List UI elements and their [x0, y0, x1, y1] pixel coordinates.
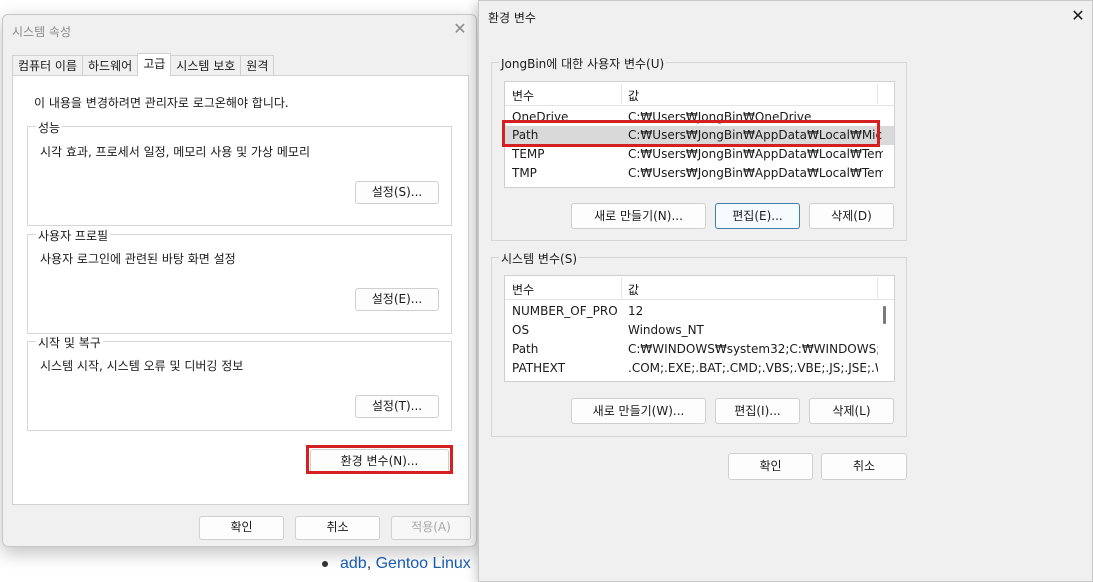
- system-variables-list[interactable]: 변수 값 NUMBER_OF_PRO... 12 OS Windows_NT P…: [504, 275, 895, 382]
- envvars-ok-button[interactable]: 확인: [728, 453, 813, 480]
- advanced-tab-panel: 이 내용을 변경하려면 관리자로 로그온해야 합니다. 성능 시각 효과, 프로…: [12, 75, 469, 505]
- tab-remote[interactable]: 원격: [240, 55, 275, 76]
- row-value: C:₩Users₩JongBin₩AppData₩Local₩Temp: [628, 147, 883, 161]
- row-variable: PATHEXT: [512, 361, 566, 375]
- table-row[interactable]: PATHEXT .COM;.EXE;.BAT;.CMD;.VBS;.VBE;.J…: [505, 359, 894, 378]
- performance-settings-button[interactable]: 설정(S)...: [355, 181, 439, 204]
- table-row[interactable]: Path C:₩WINDOWS₩system32;C:₩WINDOWS;C...: [505, 340, 894, 359]
- user-variables-group: JongBin에 대한 사용자 변수(U) 변수 값 OneDrive C:₩U…: [491, 55, 907, 241]
- startup-recovery-legend: 시작 및 복구: [36, 334, 103, 351]
- system-col-value[interactable]: 값: [628, 281, 639, 298]
- performance-desc: 시각 효과, 프로세서 일정, 메모리 사용 및 가상 메모리: [40, 145, 310, 159]
- performance-group: 성능 시각 효과, 프로세서 일정, 메모리 사용 및 가상 메모리 설정(S)…: [27, 119, 452, 226]
- startup-recovery-group: 시작 및 복구 시스템 시작, 시스템 오류 및 디버깅 정보 설정(T)...: [27, 334, 452, 431]
- tab-hardware[interactable]: 하드웨어: [82, 55, 139, 76]
- table-row[interactable]: TEMP C:₩Users₩JongBin₩AppData₩Local₩Temp: [505, 145, 894, 164]
- row-value: C:₩WINDOWS₩system32;C:₩WINDOWS;C...: [628, 342, 878, 356]
- system-properties-dialog: 시스템 속성 ✕ 컴퓨터 이름 하드웨어 고급 시스템 보호 원격 이 내용을 …: [2, 14, 477, 547]
- user-profiles-group: 사용자 프로필 사용자 로그인에 관련된 바탕 화면 설정 설정(E)...: [27, 227, 452, 334]
- table-row[interactable]: NUMBER_OF_PRO... 12: [505, 302, 894, 321]
- tab-system-protection[interactable]: 시스템 보호: [170, 55, 242, 76]
- user-col-separator-end: [877, 84, 878, 104]
- background-link-gentoo[interactable]: Gentoo Linux: [376, 555, 471, 572]
- user-profiles-legend: 사용자 프로필: [36, 227, 111, 244]
- user-profiles-settings-button[interactable]: 설정(E)...: [355, 288, 439, 311]
- envvars-close-icon[interactable]: ✕: [1068, 6, 1088, 26]
- user-delete-button[interactable]: 삭제(D): [809, 203, 894, 229]
- user-variables-legend: JongBin에 대한 사용자 변수(U): [499, 55, 667, 72]
- user-list-header: 변수 값: [505, 82, 894, 106]
- path-row-highlight: [502, 120, 880, 147]
- user-new-button[interactable]: 새로 만들기(N)...: [571, 203, 706, 229]
- performance-legend: 성능: [36, 119, 63, 136]
- startup-recovery-desc: 시스템 시작, 시스템 오류 및 디버깅 정보: [40, 359, 244, 373]
- background-bullet-item: adb, Gentoo Linux: [322, 555, 471, 573]
- sysprops-apply-button[interactable]: 적용(A): [391, 516, 471, 540]
- system-edit-button[interactable]: 편집(I)...: [715, 398, 800, 424]
- envvars-titlebar[interactable]: 환경 변수 ✕: [479, 1, 1092, 31]
- table-row[interactable]: OS Windows_NT: [505, 321, 894, 340]
- tab-advanced[interactable]: 고급: [137, 53, 172, 76]
- background-separator: ,: [366, 555, 376, 572]
- system-col-separator-end: [877, 278, 878, 298]
- env-button-highlight: [306, 445, 453, 474]
- row-value: 12: [628, 304, 644, 318]
- row-variable: NUMBER_OF_PRO...: [512, 304, 618, 318]
- sysprops-titlebar[interactable]: 시스템 속성 ✕: [3, 15, 476, 45]
- system-new-button[interactable]: 새로 만들기(W)...: [571, 398, 706, 424]
- user-col-variable[interactable]: 변수: [512, 87, 534, 104]
- system-list-scrollbar[interactable]: [883, 306, 886, 324]
- table-row[interactable]: TMP C:₩Users₩JongBin₩AppData₩Local₩Temp: [505, 164, 894, 183]
- user-col-value[interactable]: 값: [628, 87, 639, 104]
- tab-computer-name[interactable]: 컴퓨터 이름: [12, 55, 84, 76]
- system-variables-group: 시스템 변수(S) 변수 값 NUMBER_OF_PRO... 12 OS Wi…: [491, 250, 907, 437]
- row-value: .COM;.EXE;.BAT;.CMD;.VBS;.VBE;.JS;.JSE;.…: [628, 361, 878, 375]
- row-variable: OS: [512, 323, 530, 337]
- sysprops-ok-button[interactable]: 확인: [199, 516, 284, 540]
- system-col-variable[interactable]: 변수: [512, 281, 534, 298]
- system-variables-legend: 시스템 변수(S): [499, 250, 579, 267]
- sysprops-cancel-button[interactable]: 취소: [295, 516, 380, 540]
- row-value: C:₩Users₩JongBin₩AppData₩Local₩Temp: [628, 166, 883, 180]
- row-variable: TMP: [512, 166, 537, 180]
- user-edit-button[interactable]: 편집(E)...: [715, 203, 800, 229]
- envvars-cancel-button[interactable]: 취소: [821, 453, 907, 480]
- envvars-title: 환경 변수: [488, 11, 536, 25]
- user-col-separator[interactable]: [621, 84, 622, 104]
- sysprops-tabs: 컴퓨터 이름 하드웨어 고급 시스템 보호 원격: [12, 53, 275, 76]
- bullet-dot-icon: [322, 560, 328, 567]
- sysprops-close-icon[interactable]: ✕: [450, 19, 470, 39]
- environment-variables-dialog: 환경 변수 ✕ JongBin에 대한 사용자 변수(U) 변수 값 OneDr…: [478, 0, 1093, 582]
- row-value: Windows_NT: [628, 323, 704, 337]
- admin-notice: 이 내용을 변경하려면 관리자로 로그온해야 합니다.: [34, 96, 289, 110]
- background-link-adb[interactable]: adb: [340, 555, 367, 572]
- system-list-header: 변수 값: [505, 276, 894, 300]
- row-variable: TEMP: [512, 147, 545, 161]
- system-col-separator[interactable]: [621, 278, 622, 298]
- system-delete-button[interactable]: 삭제(L): [809, 398, 894, 424]
- sysprops-title: 시스템 속성: [12, 25, 72, 39]
- startup-recovery-settings-button[interactable]: 설정(T)...: [355, 395, 439, 418]
- row-variable: Path: [512, 342, 539, 356]
- user-profiles-desc: 사용자 로그인에 관련된 바탕 화면 설정: [40, 252, 236, 266]
